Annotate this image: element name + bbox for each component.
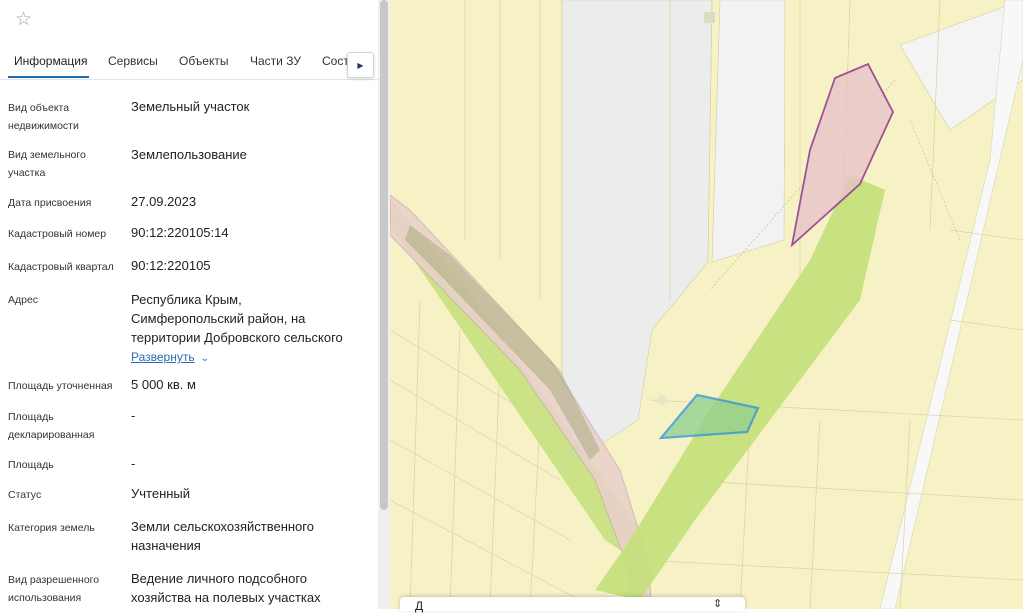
label-assigned-date: Дата присвоения bbox=[8, 197, 92, 209]
value-permitted-use: Ведение личного подсобного хозяйства на … bbox=[131, 571, 321, 605]
tab-parts[interactable]: Части ЗУ bbox=[250, 54, 301, 68]
tab-services[interactable]: Сервисы bbox=[108, 54, 158, 68]
label-area: Площадь bbox=[8, 459, 54, 471]
value-cadastral-number: 90:12:220105:14 bbox=[131, 225, 229, 240]
map-grey-strip-1 bbox=[561, 0, 713, 471]
map-view[interactable] bbox=[390, 0, 1023, 609]
tabs-next-button[interactable]: ▶ bbox=[347, 52, 374, 78]
tab-info[interactable]: Информация bbox=[14, 54, 87, 68]
value-area-declared: - bbox=[131, 408, 136, 423]
triangle-right-icon: ▶ bbox=[357, 60, 364, 70]
label-address: Адрес bbox=[8, 294, 39, 306]
value-land-type: Землепользование bbox=[131, 147, 247, 162]
tab-bar: Информация Сервисы Объекты Части ЗУ Сост… bbox=[0, 46, 378, 80]
label-status: Статус bbox=[8, 489, 42, 501]
chevron-down-icon[interactable]: ⌄ bbox=[201, 353, 209, 364]
map-marker-2 bbox=[657, 395, 667, 405]
active-tab-indicator bbox=[8, 76, 89, 78]
label-area-declared: Площадь декларированная bbox=[8, 411, 95, 441]
value-area-specified: 5 000 кв. м bbox=[131, 377, 196, 392]
tab-objects[interactable]: Объекты bbox=[179, 54, 229, 68]
label-area-specified: Площадь уточненная bbox=[8, 380, 113, 392]
star-outline-icon[interactable]: ☆ bbox=[15, 9, 32, 31]
map-grey-strip-2 bbox=[711, 0, 786, 263]
value-address: Республика Крым, Симферопольский район, … bbox=[131, 292, 343, 364]
label-land-category: Категория земель bbox=[8, 522, 95, 534]
panel-scrollbar-thumb[interactable] bbox=[380, 0, 388, 510]
value-land-category: Земли сельскохозяйственного назначения bbox=[131, 519, 314, 553]
value-assigned-date: 27.09.2023 bbox=[131, 194, 197, 209]
label-object-type: Вид объекта недвижимости bbox=[8, 102, 79, 132]
value-area: - bbox=[131, 456, 136, 471]
popup-text: Д bbox=[415, 599, 424, 613]
value-cadastral-quarter: 90:12:220105 bbox=[131, 258, 211, 273]
value-object-type: Земельный участок bbox=[131, 99, 250, 114]
arrows-icon[interactable]: ⇕ bbox=[713, 597, 722, 610]
info-panel: ☆ Информация Сервисы Объекты Части ЗУ Со… bbox=[0, 0, 378, 609]
label-cadastral-number: Кадастровый номер bbox=[8, 228, 107, 240]
label-land-type: Вид земельного участка bbox=[8, 149, 86, 179]
label-permitted-use: Вид разрешенного использования bbox=[8, 574, 100, 604]
value-status: Учтенный bbox=[131, 486, 191, 501]
expand-address-link[interactable]: Развернуть bbox=[131, 350, 195, 364]
map-marker-1 bbox=[704, 12, 715, 23]
label-cadastral-quarter: Кадастровый квартал bbox=[8, 261, 114, 273]
map-canvas bbox=[390, 0, 1023, 609]
